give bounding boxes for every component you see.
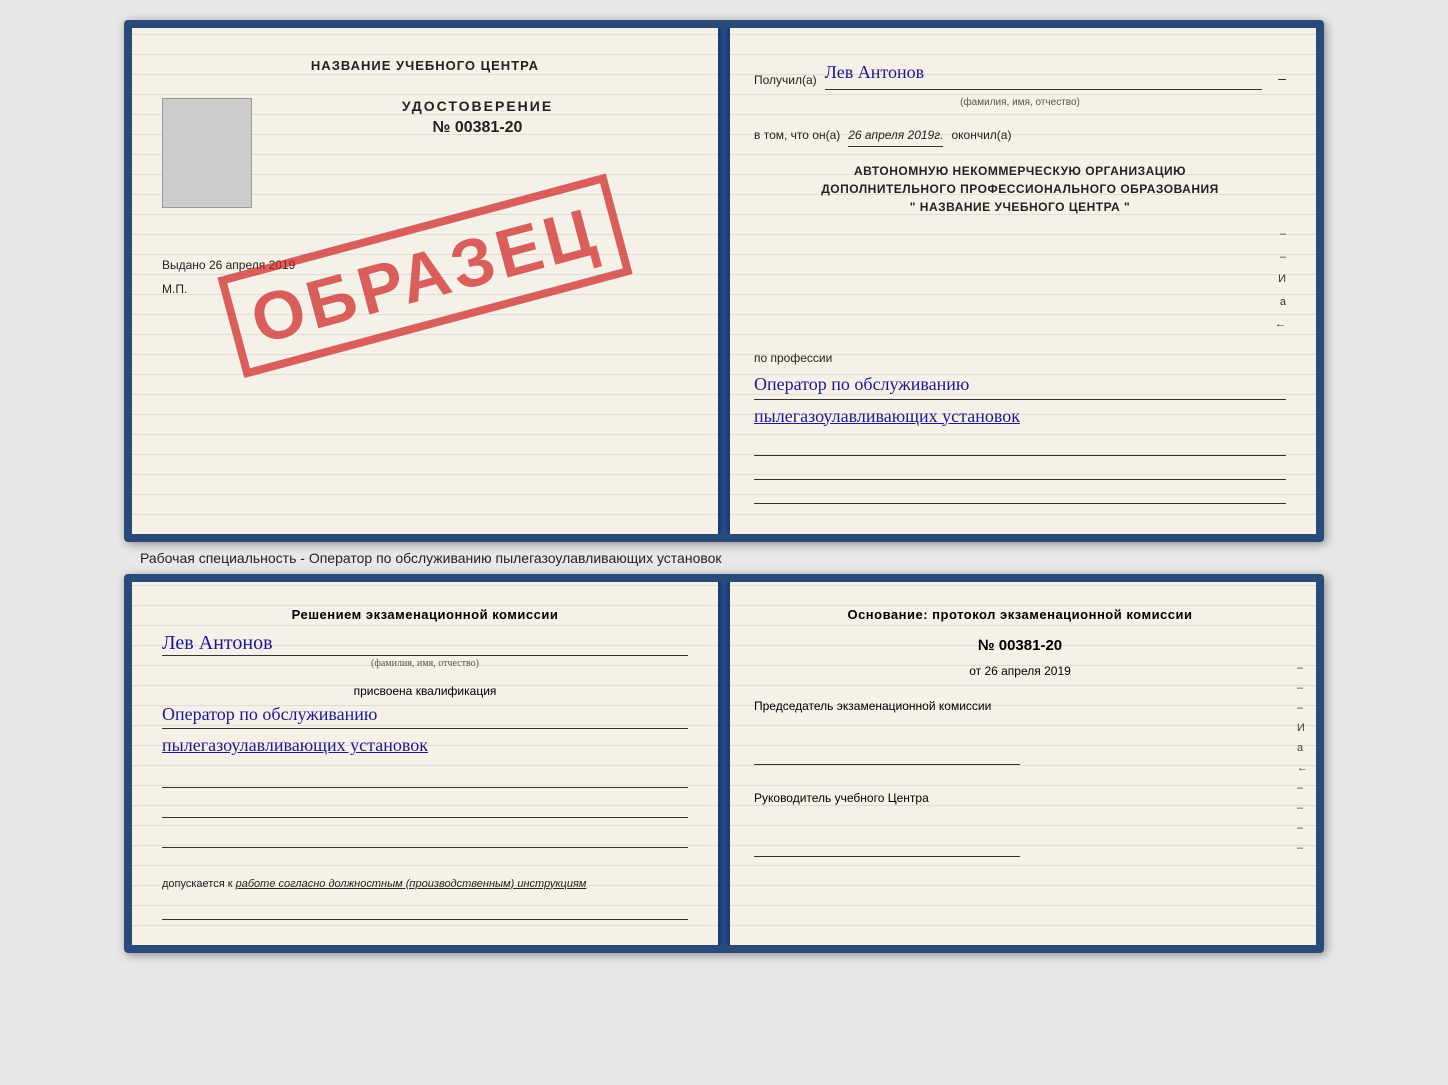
fio-sublabel-bottom: (фамилия, имя, отчество): [162, 658, 688, 669]
signature-line-3: [162, 828, 688, 848]
protocol-date: от 26 апреля 2019: [754, 664, 1286, 678]
profession-value2: пылегазоулавливающих установок: [754, 405, 1286, 428]
protocol-number: № 00381-20: [754, 637, 1286, 654]
bottom-left-page: Решением экзаменационной комиссии Лев Ан…: [132, 582, 724, 945]
training-center-header: НАЗВАНИЕ УЧЕБНОГО ЦЕНТРА: [162, 58, 688, 73]
cert-number: № 00381-20: [267, 119, 688, 137]
bottom-right-page: Основание: протокол экзаменационной коми…: [724, 582, 1316, 945]
director-label: Руководитель учебного Центра: [754, 790, 1286, 857]
org-block: АВТОНОМНУЮ НЕКОММЕРЧЕСКУЮ ОРГАНИЗАЦИЮ ДО…: [754, 162, 1286, 216]
book-spine: [718, 28, 730, 534]
profession-label: по профессии: [754, 349, 1286, 368]
qualification-value2: пылегазоулавливающих установок: [162, 734, 688, 757]
fio-sublabel: (фамилия, имя, отчество): [754, 95, 1286, 111]
side-marks: – – – И а ← – – – –: [1297, 662, 1308, 854]
cert-title: УДОСТОВЕРЕНИЕ: [267, 98, 688, 114]
recipient-line: Получил(а) Лев Антонов –: [754, 58, 1286, 90]
top-left-page: НАЗВАНИЕ УЧЕБНОГО ЦЕНТРА УДОСТОВЕРЕНИЕ №…: [132, 28, 724, 534]
allowed-value: работе согласно должностным (производств…: [236, 878, 587, 890]
bottom-book-spine: [718, 582, 730, 945]
specialty-text: Рабочая специальность - Оператор по обсл…: [140, 550, 722, 566]
photo-placeholder: [162, 98, 252, 208]
top-right-page: Получил(а) Лев Антонов – (фамилия, имя, …: [724, 28, 1316, 534]
basis-label: Основание: протокол экзаменационной коми…: [754, 607, 1286, 622]
date-value: 26 апреля 2019г.: [848, 126, 943, 147]
issued-date: Выдано 26 апреля 2019: [162, 258, 688, 272]
chairman-signature: [754, 745, 1020, 765]
allowed-line: допускается к работе согласно должностны…: [162, 878, 688, 890]
top-certificate-book: НАЗВАНИЕ УЧЕБНОГО ЦЕНТРА УДОСТОВЕРЕНИЕ №…: [124, 20, 1324, 542]
mp-label: М.П.: [162, 282, 688, 296]
qualification-value1: Оператор по обслуживанию: [162, 703, 688, 729]
profession-value1: Оператор по обслуживанию: [754, 373, 1286, 399]
document-container: НАЗВАНИЕ УЧЕБНОГО ЦЕНТРА УДОСТОВЕРЕНИЕ №…: [20, 20, 1428, 953]
director-signature: [754, 837, 1020, 857]
signature-line-1: [162, 768, 688, 788]
qualification-label: присвоена квалификация: [162, 684, 688, 698]
signature-line-2: [162, 798, 688, 818]
date-line: в том, что он(а) 26 апреля 2019г. окончи…: [754, 126, 1286, 147]
signature-line-4: [162, 900, 688, 920]
commission-name: Лев Антонов: [162, 632, 688, 656]
side-marks-right: – – И а ←: [1275, 226, 1286, 334]
commission-block: Решением экзаменационной комиссии: [162, 607, 688, 622]
chairman-label: Председатель экзаменационной комиссии: [754, 698, 1286, 765]
bottom-certificate-book: Решением экзаменационной комиссии Лев Ан…: [124, 574, 1324, 953]
recipient-name: Лев Антонов: [825, 58, 1263, 90]
